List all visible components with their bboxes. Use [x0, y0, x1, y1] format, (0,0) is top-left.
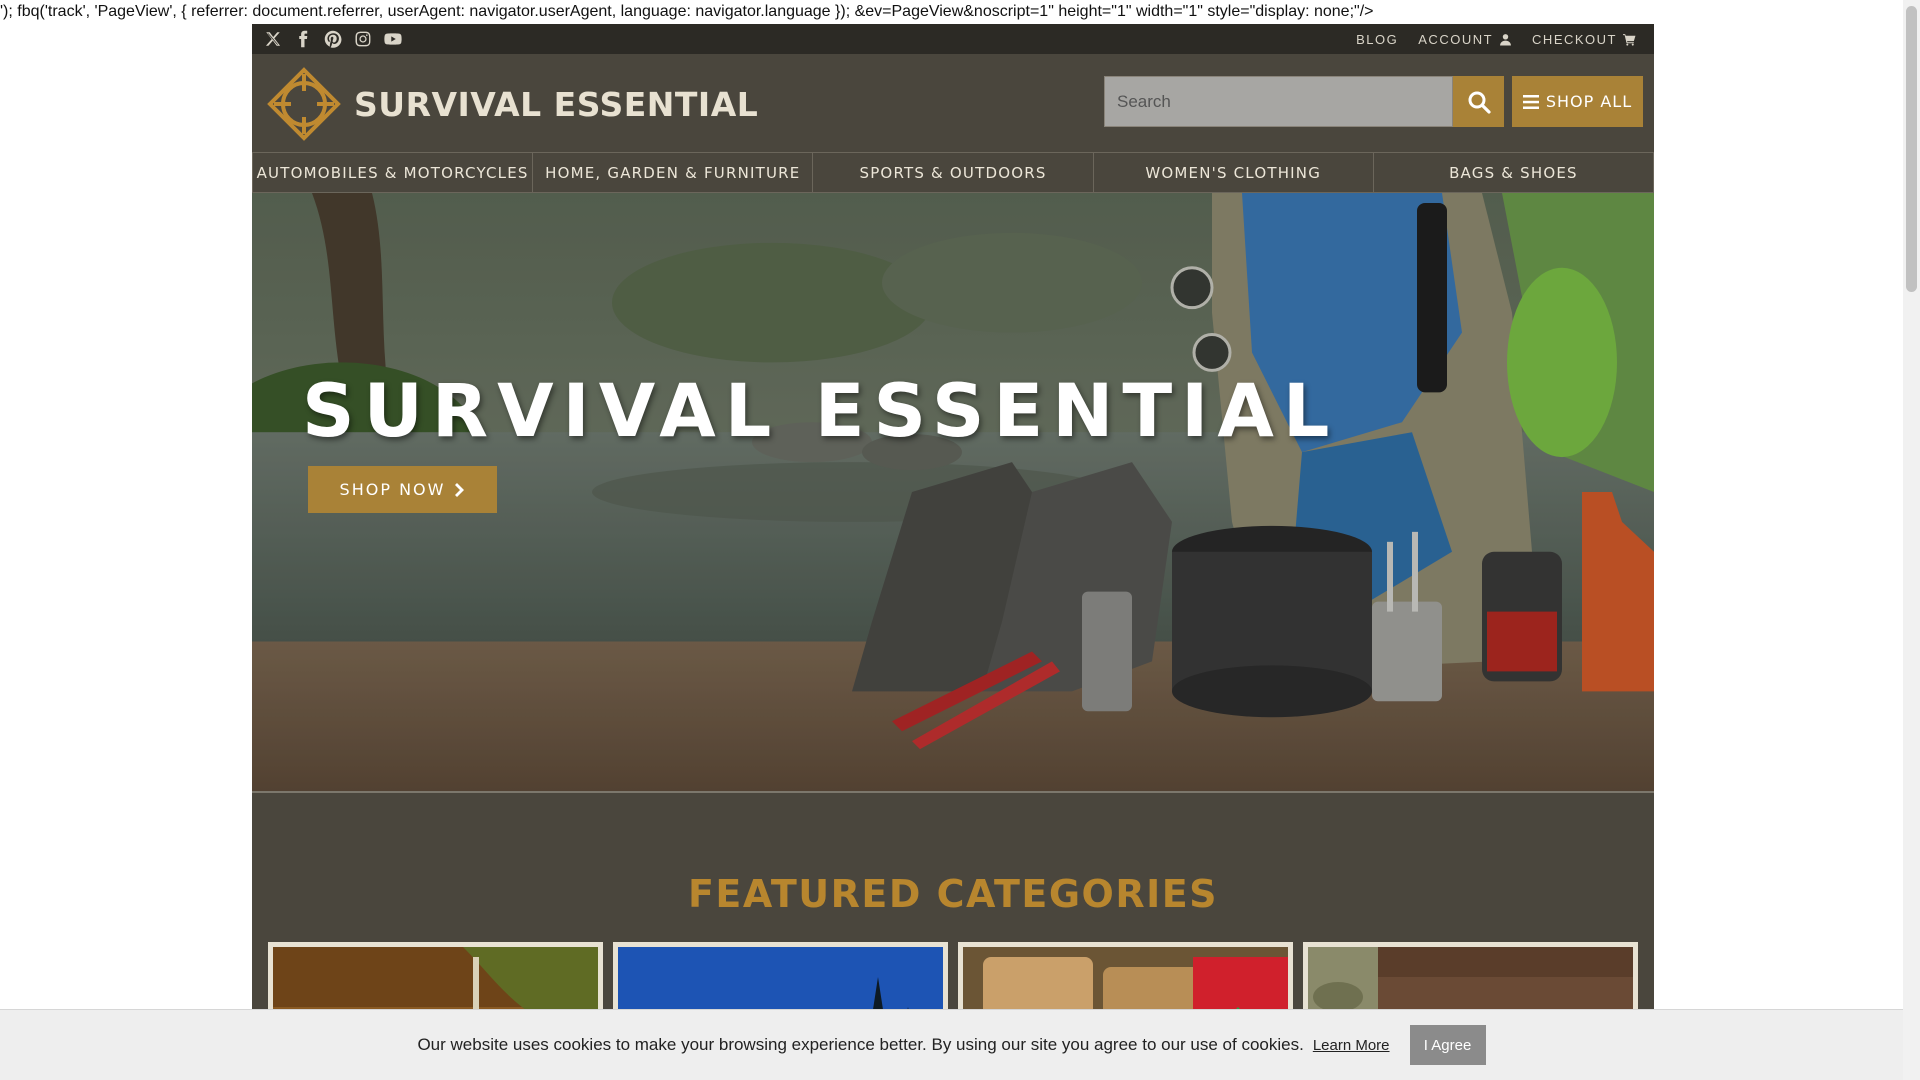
nav-item-sports-outdoors[interactable]: SPORTS & OUTDOORS — [813, 153, 1094, 192]
brand-name: SURVIVAL ESSENTIAL — [354, 84, 759, 124]
hero-title: SURVIVAL ESSENTIAL — [302, 369, 1339, 454]
hero-banner: SURVIVAL ESSENTIAL SHOP NOW — [252, 193, 1654, 793]
chevron-right-icon — [455, 482, 465, 497]
facebook-icon[interactable] — [288, 24, 318, 54]
scrollbar-thumb[interactable] — [1906, 6, 1917, 292]
search-bar — [1104, 76, 1504, 127]
nav-item-bags-shoes[interactable]: BAGS & SHOES — [1374, 153, 1654, 192]
category-nav: AUTOMOBILES & MOTORCYCLES HOME, GARDEN &… — [252, 152, 1654, 193]
blog-link[interactable]: BLOG — [1356, 32, 1398, 47]
nav-item-automobiles-motorcycles[interactable]: AUTOMOBILES & MOTORCYCLES — [252, 153, 534, 192]
top-links: BLOG ACCOUNT CHECKOUT — [1356, 32, 1636, 47]
instagram-icon[interactable] — [348, 24, 378, 54]
pinterest-icon[interactable] — [318, 24, 348, 54]
shop-all-label: SHOP ALL — [1545, 92, 1633, 111]
leaked-script-text: '); fbq('track', 'PageView', { referrer:… — [0, 3, 1374, 20]
social-links — [258, 24, 408, 54]
nav-item-womens-clothing[interactable]: WOMEN'S CLOTHING — [1094, 153, 1374, 192]
site-header: SURVIVAL ESSENTIAL SHOP ALL — [252, 54, 1654, 152]
cookie-agree-button[interactable]: I Agree — [1409, 1025, 1486, 1065]
checkout-link[interactable]: CHECKOUT — [1532, 32, 1636, 47]
nav-item-home-garden-furniture[interactable]: HOME, GARDEN & FURNITURE — [533, 153, 814, 192]
compass-logo-icon — [267, 67, 341, 141]
search-button[interactable] — [1453, 76, 1504, 127]
top-bar: BLOG ACCOUNT CHECKOUT — [252, 24, 1654, 54]
blog-link-label: BLOG — [1356, 31, 1399, 47]
featured-categories-title: FEATURED CATEGORIES — [687, 872, 1219, 916]
x-icon[interactable] — [258, 24, 288, 54]
search-input[interactable] — [1104, 76, 1453, 127]
shop-all-button[interactable]: SHOP ALL — [1512, 76, 1643, 127]
checkout-link-label: CHECKOUT — [1532, 31, 1617, 47]
brand-logo[interactable]: SURVIVAL ESSENTIAL — [266, 66, 758, 142]
cookie-consent-bar: Our website uses cookies to make your br… — [0, 1009, 1903, 1080]
youtube-icon[interactable] — [378, 24, 408, 54]
shop-now-button[interactable]: SHOP NOW — [308, 466, 497, 513]
site-container: BLOG ACCOUNT CHECKOUT SURVIVAL ESSENTIAL — [252, 24, 1654, 1080]
cart-icon — [1623, 33, 1636, 46]
cookie-message: Our website uses cookies to make your br… — [417, 1035, 1304, 1054]
search-icon — [1468, 91, 1491, 114]
user-icon — [1500, 33, 1511, 45]
shop-now-label: SHOP NOW — [339, 480, 446, 499]
learn-more-link[interactable]: Learn More — [1313, 1037, 1390, 1054]
account-link[interactable]: ACCOUNT — [1418, 32, 1512, 47]
page-scrollbar[interactable] — [1903, 0, 1920, 1080]
hamburger-icon — [1522, 94, 1539, 109]
account-link-label: ACCOUNT — [1418, 31, 1494, 47]
